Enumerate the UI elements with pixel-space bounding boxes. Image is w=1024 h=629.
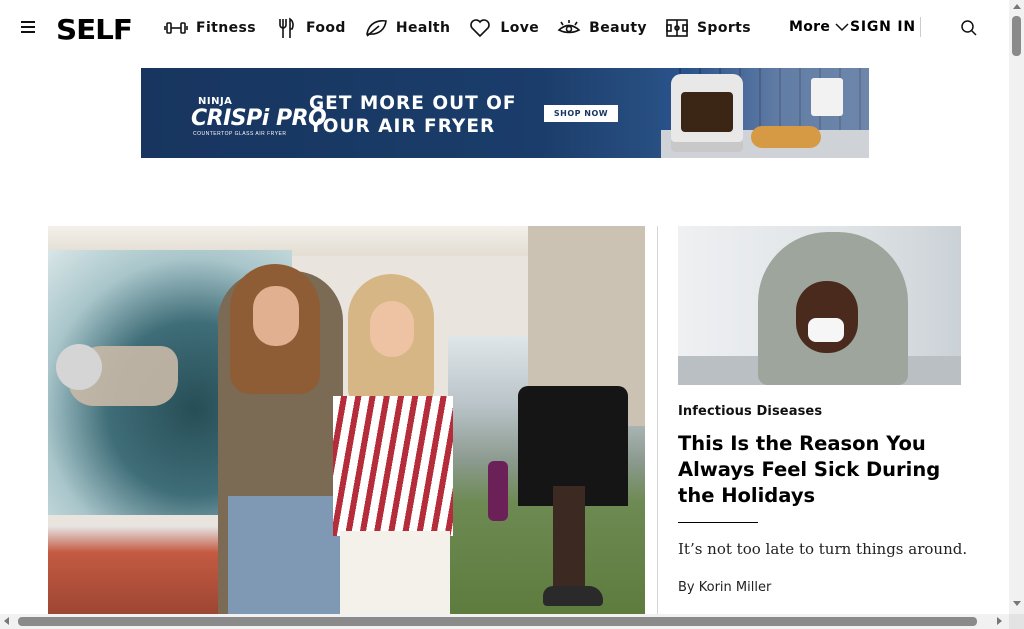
ad-banner[interactable]: NINJA CRISPi PRO COUNTERTOP GLASS AIR FR…	[141, 68, 869, 158]
utensil-jar-image	[811, 78, 843, 116]
nav-item-fitness[interactable]: Fitness	[164, 17, 256, 39]
search-icon[interactable]	[960, 19, 978, 37]
ad-shop-now-button[interactable]: SHOP NOW	[544, 105, 618, 122]
story-byline: By Korin Miller	[678, 580, 771, 595]
nav-item-beauty[interactable]: Beauty	[557, 17, 647, 39]
nav-label: Love	[500, 20, 540, 36]
loafer-shoe	[543, 586, 603, 606]
nav-item-love[interactable]: Love	[468, 17, 539, 39]
scroll-right-arrow-icon[interactable]	[997, 617, 1002, 625]
vertical-scrollbar[interactable]	[1009, 0, 1024, 614]
scroll-up-arrow-icon[interactable]	[1013, 4, 1021, 9]
nav-label: Sports	[696, 20, 752, 36]
nav-item-sports[interactable]: Sports	[665, 17, 751, 39]
nav-label: Fitness	[196, 20, 256, 36]
byline-prefix: By	[678, 580, 699, 595]
scroll-left-arrow-icon[interactable]	[4, 617, 9, 625]
swimmer-hair	[56, 344, 102, 390]
feature-story-image[interactable]	[48, 226, 645, 614]
white-pants	[340, 531, 450, 614]
more-label: More	[789, 19, 831, 35]
side-story-image[interactable]	[678, 226, 961, 385]
woman-face	[253, 286, 299, 346]
site-header: SELF Fitness Food Health Love Beauty Spo…	[0, 0, 1009, 57]
nav-item-food[interactable]: Food	[274, 17, 346, 39]
ad-brand-logo: CRISPi PRO	[191, 106, 327, 131]
heart-icon	[470, 19, 491, 38]
ad-brand-sub: COUNTERTOP GLASS AIR FRYER	[193, 131, 287, 137]
hamburger-menu-icon[interactable]	[21, 21, 35, 33]
trail-runner	[488, 461, 508, 521]
nav-item-health[interactable]: Health	[364, 17, 451, 39]
leaf-icon	[365, 19, 387, 37]
story-headline-link[interactable]: This Is the Reason You Always Feel Sick …	[678, 431, 968, 509]
air-fryer-window	[681, 92, 733, 132]
story-category-link[interactable]: Infectious Diseases	[678, 404, 822, 419]
story-dek: It’s not too late to turn things around.	[678, 540, 968, 558]
ad-headline-line: GET MORE OUT OF	[309, 93, 517, 114]
sign-in-link[interactable]: SIGN IN	[850, 19, 916, 35]
site-logo[interactable]: SELF	[56, 13, 133, 46]
scroll-down-arrow-icon[interactable]	[1013, 601, 1021, 606]
ad-headline: GET MORE OUT OF YOUR AIR FRYER	[309, 92, 517, 138]
tissue	[808, 318, 844, 342]
eye-lashes-icon	[557, 20, 581, 34]
dumbbell-icon	[164, 22, 188, 34]
striped-top	[333, 396, 453, 536]
header-divider	[920, 17, 921, 37]
food-tray-image	[751, 126, 821, 148]
vertical-scroll-thumb[interactable]	[1012, 16, 1021, 56]
fork-knife-icon	[279, 17, 294, 38]
nav-label: Food	[305, 20, 346, 36]
main-nav: Fitness Food Health Love Beauty Sports	[164, 17, 769, 39]
horizontal-scroll-thumb[interactable]	[18, 617, 977, 626]
more-menu-button[interactable]: More	[789, 19, 850, 35]
jeans	[228, 496, 343, 614]
person-face	[796, 281, 858, 353]
horizontal-scrollbar[interactable]	[0, 614, 1009, 629]
nav-label: Beauty	[589, 20, 647, 36]
chevron-down-icon	[835, 23, 849, 32]
author-link[interactable]: Korin Miller	[699, 580, 772, 595]
headline-rule	[678, 522, 758, 523]
field-icon	[666, 19, 688, 37]
column-divider	[657, 226, 658, 614]
woman-face	[370, 301, 414, 357]
scrollbar-corner	[1009, 614, 1024, 629]
nav-label: Health	[395, 20, 451, 36]
ad-headline-line: YOUR AIR FRYER	[309, 116, 496, 137]
